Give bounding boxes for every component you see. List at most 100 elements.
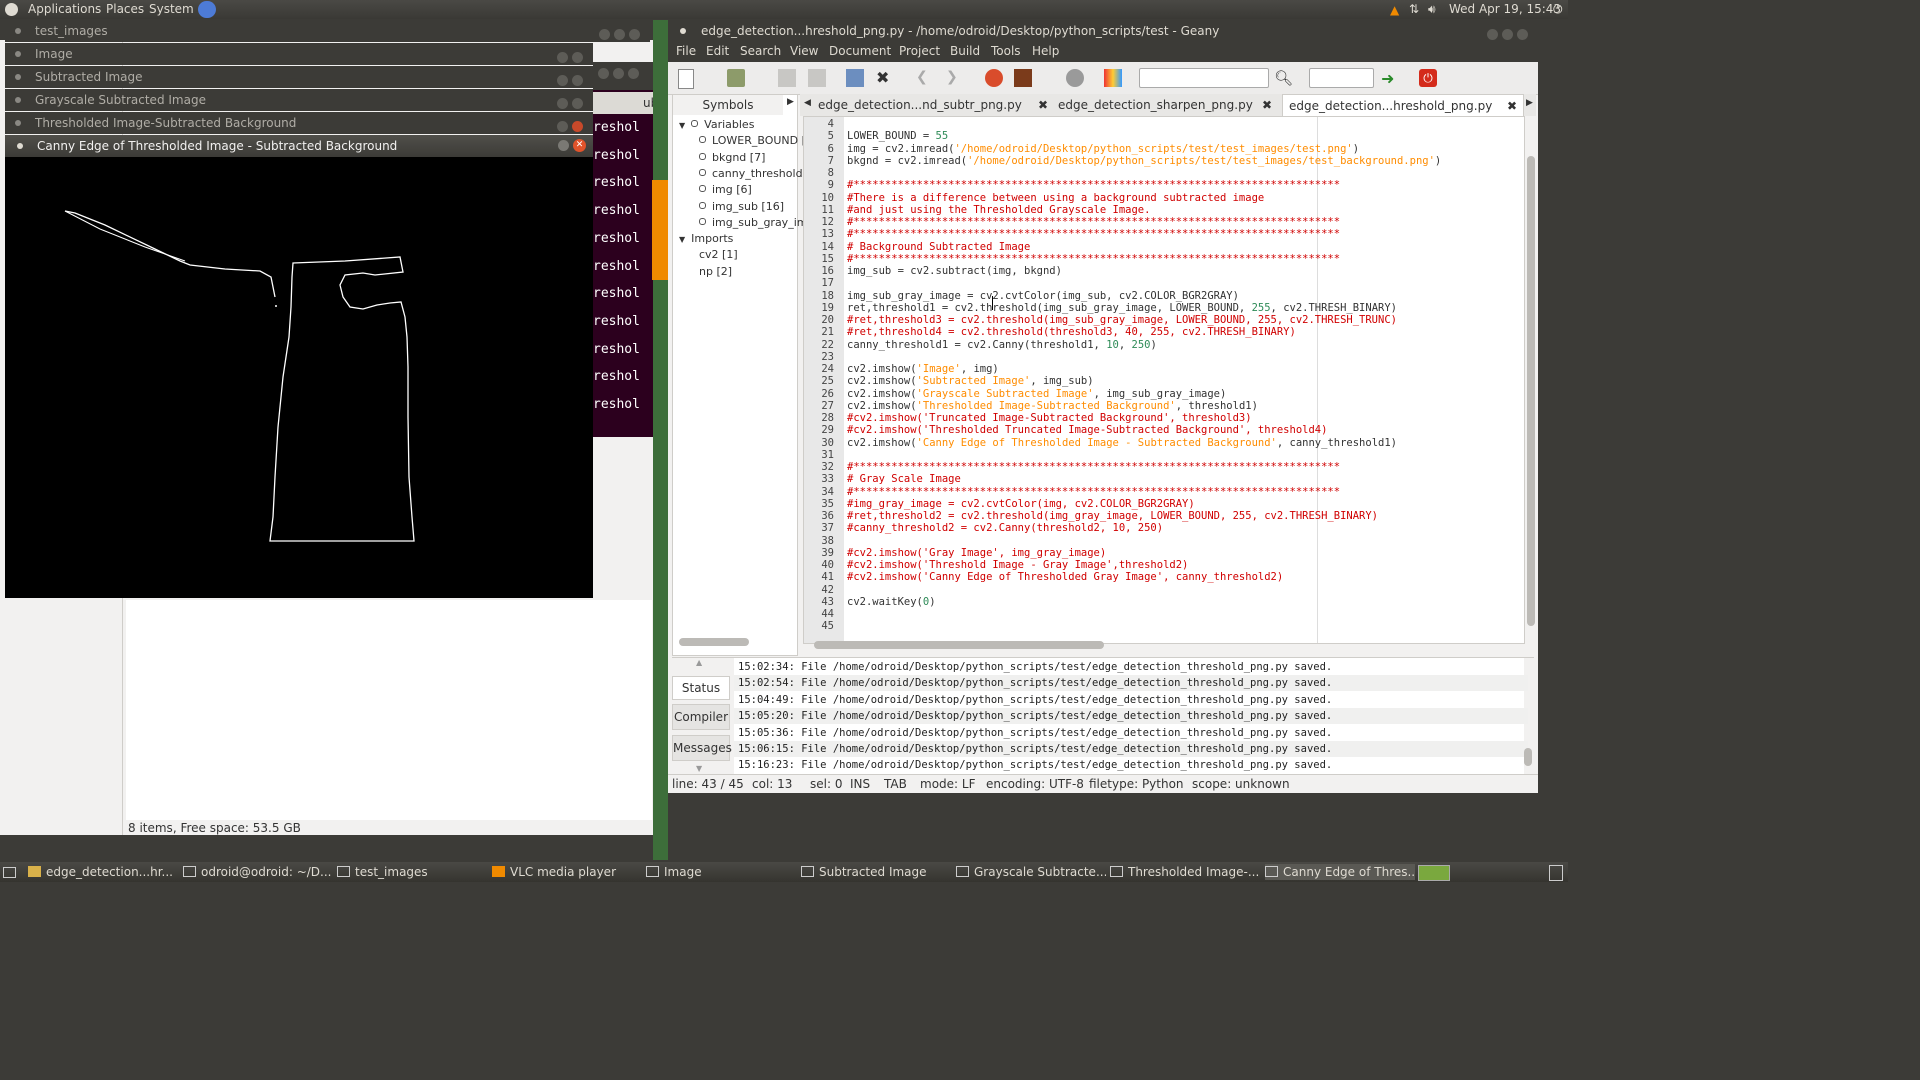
- geany-menubar: File Edit Search View Document Project B…: [668, 42, 1538, 62]
- sidebar-scroll-right-icon[interactable]: ▶: [787, 97, 794, 107]
- task-thresholded[interactable]: Thresholded Image-...: [1110, 864, 1260, 880]
- save-icon[interactable]: [778, 69, 796, 87]
- window-buttons[interactable]: [595, 25, 640, 47]
- symbol-item[interactable]: img [6]: [699, 182, 752, 198]
- sidebar-hscrollbar[interactable]: [679, 638, 749, 646]
- geany-window[interactable]: edge_detection...hreshold_png.py - /home…: [668, 20, 1538, 793]
- goto-line-input[interactable]: [1309, 68, 1374, 88]
- vlc-tray-icon[interactable]: ▲: [1390, 3, 1399, 17]
- window-subtracted-image[interactable]: Subtracted Image: [5, 66, 593, 88]
- task-subtracted-image[interactable]: Subtracted Image: [801, 864, 951, 880]
- clock[interactable]: Wed Apr 19, 15:43: [1449, 2, 1561, 16]
- task-canny-edge[interactable]: Canny Edge of Thres...: [1265, 864, 1415, 880]
- compile-icon[interactable]: [985, 69, 1003, 87]
- show-desktop-icon[interactable]: [3, 867, 16, 878]
- chromium-launcher-icon[interactable]: [198, 1, 216, 18]
- new-file-icon[interactable]: [678, 69, 694, 89]
- tab-edge-detection-sharpen[interactable]: edge_detection_sharpen_png.py ✖: [1054, 94, 1276, 116]
- menu-edit[interactable]: Edit: [706, 44, 729, 58]
- terminal-window-buttons[interactable]: [594, 68, 639, 82]
- symbol-item[interactable]: LOWER_BOUND [5: [699, 133, 813, 149]
- menu-document[interactable]: Document: [829, 44, 891, 58]
- symbols-sidebar: Symbols ▶ ▼ Variables LOWER_BOUND [5 bkgnd …: [672, 94, 814, 656]
- menu-file[interactable]: File: [676, 44, 696, 58]
- symbol-item[interactable]: img_sub [16]: [699, 199, 784, 215]
- minimize-button[interactable]: [558, 140, 569, 151]
- menu-project[interactable]: Project: [899, 44, 940, 58]
- symbol-group-variables[interactable]: ▼ Variables: [679, 117, 754, 133]
- search-input[interactable]: [1139, 68, 1269, 88]
- canny-edge-window[interactable]: Canny Edge of Thresholded Image - Subtra…: [5, 135, 593, 598]
- ubuntu-logo-icon[interactable]: [5, 3, 18, 16]
- menu-help[interactable]: Help: [1032, 44, 1059, 58]
- task-terminal[interactable]: odroid@odroid: ~/D...: [183, 864, 333, 880]
- window-test-images[interactable]: test_images: [5, 20, 650, 42]
- tab-compiler[interactable]: Compiler: [672, 704, 730, 730]
- symbol-item[interactable]: canny_threshold1: [699, 166, 810, 182]
- workspace-switcher[interactable]: [1418, 865, 1450, 881]
- menu-build[interactable]: Build: [950, 44, 980, 58]
- task-grayscale[interactable]: Grayscale Subtracte...: [956, 864, 1106, 880]
- editor-vscrollbar[interactable]: [1526, 116, 1536, 642]
- menu-view[interactable]: View: [790, 44, 818, 58]
- menu-tools[interactable]: Tools: [991, 44, 1021, 58]
- task-image[interactable]: Image: [646, 864, 796, 880]
- revert-icon[interactable]: [846, 69, 864, 87]
- menu-search[interactable]: Search: [740, 44, 781, 58]
- msg-scroll-up-icon[interactable]: ▲: [696, 658, 702, 667]
- tab-edge-detection-threshold-active[interactable]: edge_detection...hreshold_png.py ✖: [1282, 94, 1524, 117]
- symbol-item[interactable]: bkgnd [7]: [699, 150, 765, 166]
- terminal-tab[interactable]: ubt: [593, 92, 663, 114]
- tab-edge-detection-nd-subtr[interactable]: edge_detection...nd_subtr_png.py ✖: [814, 94, 1052, 116]
- build-icon[interactable]: [1014, 69, 1032, 87]
- msg-scroll-down-icon[interactable]: ▼: [696, 764, 702, 773]
- quit-icon[interactable]: ⏻: [1419, 69, 1437, 87]
- tab-messages[interactable]: Messages: [672, 735, 732, 761]
- tabs-scroll-left-icon[interactable]: ◀: [804, 98, 811, 108]
- canny-window-titlebar[interactable]: Canny Edge of Thresholded Image - Subtra…: [5, 135, 593, 157]
- window-thresholded-image[interactable]: Thresholded Image-Subtracted Background: [5, 112, 593, 134]
- forward-icon[interactable]: ❯: [946, 69, 964, 87]
- search-icon[interactable]: 🔍︎: [1274, 69, 1293, 87]
- symbol-item[interactable]: img_sub_gray_ima: [699, 215, 814, 231]
- volume-icon[interactable]: 🔊︎: [1428, 2, 1436, 17]
- symbol-item[interactable]: cv2 [1]: [699, 247, 738, 263]
- network-icon[interactable]: ⇅: [1409, 2, 1419, 16]
- system-menu[interactable]: System: [149, 2, 194, 16]
- window-image[interactable]: Image: [5, 43, 593, 65]
- window-dot-icon: [15, 28, 21, 34]
- goto-line-icon[interactable]: ➜: [1381, 69, 1399, 88]
- expander-icon[interactable]: ▼: [679, 121, 685, 130]
- tabs-scroll-right-icon[interactable]: ▶: [1526, 98, 1533, 108]
- close-file-icon[interactable]: ✖: [876, 69, 894, 87]
- trash-icon[interactable]: [1549, 865, 1563, 881]
- expander-icon[interactable]: ▼: [679, 235, 685, 244]
- close-tab-icon[interactable]: ✖: [1038, 94, 1048, 116]
- window-grayscale-subtracted-image[interactable]: Grayscale Subtracted Image: [5, 89, 593, 111]
- open-file-icon[interactable]: [727, 69, 745, 87]
- close-tab-icon[interactable]: ✖: [1262, 94, 1272, 116]
- task-geany[interactable]: edge_detection...hr...: [28, 864, 178, 880]
- msg-vscroll-thumb[interactable]: [1524, 748, 1532, 766]
- power-icon[interactable]: ⏻: [1553, 2, 1563, 17]
- symbol-group-imports[interactable]: ▼ Imports: [679, 231, 733, 247]
- tab-status[interactable]: Status: [672, 676, 730, 700]
- execute-icon[interactable]: [1066, 69, 1084, 87]
- close-button[interactable]: ✕: [573, 139, 586, 152]
- back-icon[interactable]: ❮: [916, 69, 934, 87]
- geany-titlebar[interactable]: edge_detection...hreshold_png.py - /home…: [668, 20, 1538, 42]
- window-icon: [956, 866, 969, 877]
- tab-symbols[interactable]: Symbols: [673, 95, 783, 115]
- places-menu[interactable]: Places: [106, 2, 144, 16]
- editor-hscrollbar[interactable]: [814, 641, 1104, 649]
- save-all-icon[interactable]: [808, 69, 826, 87]
- task-vlc[interactable]: VLC media player: [492, 864, 642, 880]
- task-test-images[interactable]: test_images: [337, 864, 487, 880]
- code-editor[interactable]: 4 5 LOWER_BOUND = 55 6 img = cv2.imread('/ho…: [803, 116, 1525, 644]
- symbol-item[interactable]: np [2]: [699, 264, 732, 280]
- edge-contour-main: [269, 256, 415, 542]
- vscroll-thumb[interactable]: [1527, 156, 1535, 626]
- color-chooser-icon[interactable]: [1104, 69, 1122, 87]
- close-tab-icon[interactable]: ✖: [1507, 95, 1517, 117]
- applications-menu[interactable]: Applications: [28, 2, 101, 16]
